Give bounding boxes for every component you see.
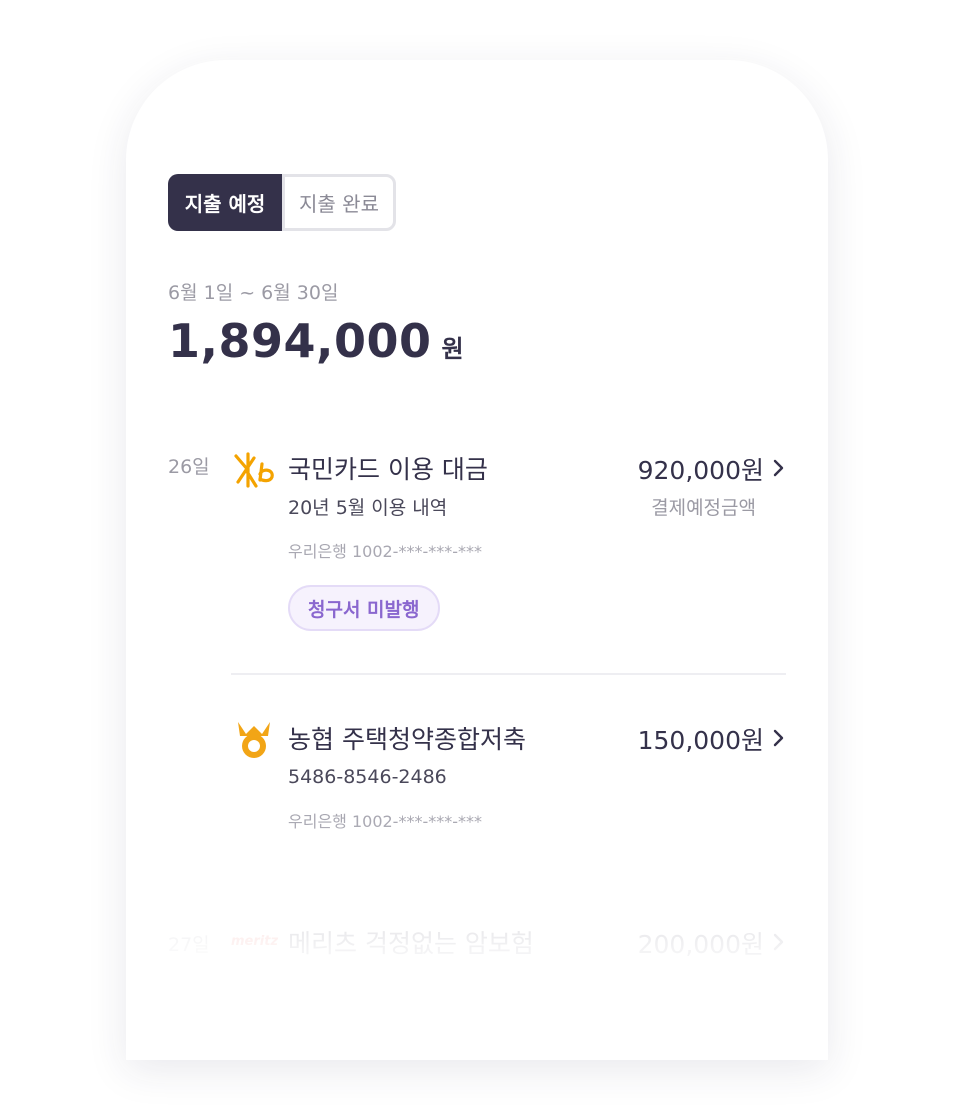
item-subtitle: 5486-8546-2486	[288, 766, 447, 788]
item-date: 27일	[168, 934, 210, 956]
item-account: 우리은행 1002-***-***-***	[288, 542, 483, 561]
item-amount[interactable]: 920,000원	[638, 451, 764, 487]
item-amount[interactable]: 150,000원	[638, 721, 764, 757]
tab-scheduled[interactable]: 지출 예정	[168, 174, 282, 231]
total-amount: 1,894,000 원	[168, 314, 464, 368]
item-amount[interactable]: 200,000원	[638, 925, 764, 961]
item-title: 국민카드 이용 대금	[288, 455, 488, 484]
spending-tabs: 지출 예정 지출 완료	[168, 174, 396, 231]
chevron-right-icon[interactable]	[772, 458, 786, 478]
total-unit: 원	[441, 335, 464, 363]
total-value: 1,894,000	[168, 314, 432, 368]
status-badge: 청구서 미발행	[288, 585, 440, 631]
period-range: 6월 1일 ~ 6월 30일	[168, 282, 339, 304]
phone-card: 지출 예정 지출 완료 6월 1일 ~ 6월 30일 1,894,000 원 26…	[126, 60, 828, 1060]
kb-card-logo-icon	[234, 452, 274, 488]
item-title: 농협 주택청약종합저축	[288, 725, 526, 754]
item-title: 메리츠 걱정없는 암보험	[288, 929, 534, 958]
meritz-logo-icon: meritz	[231, 934, 279, 949]
tab-completed[interactable]: 지출 완료	[282, 174, 396, 231]
item-amount-note: 결제예정금액	[651, 497, 756, 519]
nh-bank-logo-icon	[238, 722, 270, 758]
item-account: 우리은행 1002-***-***-***	[288, 812, 483, 831]
chevron-right-icon[interactable]	[772, 932, 786, 952]
item-date: 26일	[168, 456, 210, 478]
chevron-right-icon[interactable]	[772, 728, 786, 748]
divider	[231, 673, 786, 675]
item-subtitle: 20년 5월 이용 내역	[288, 497, 448, 519]
